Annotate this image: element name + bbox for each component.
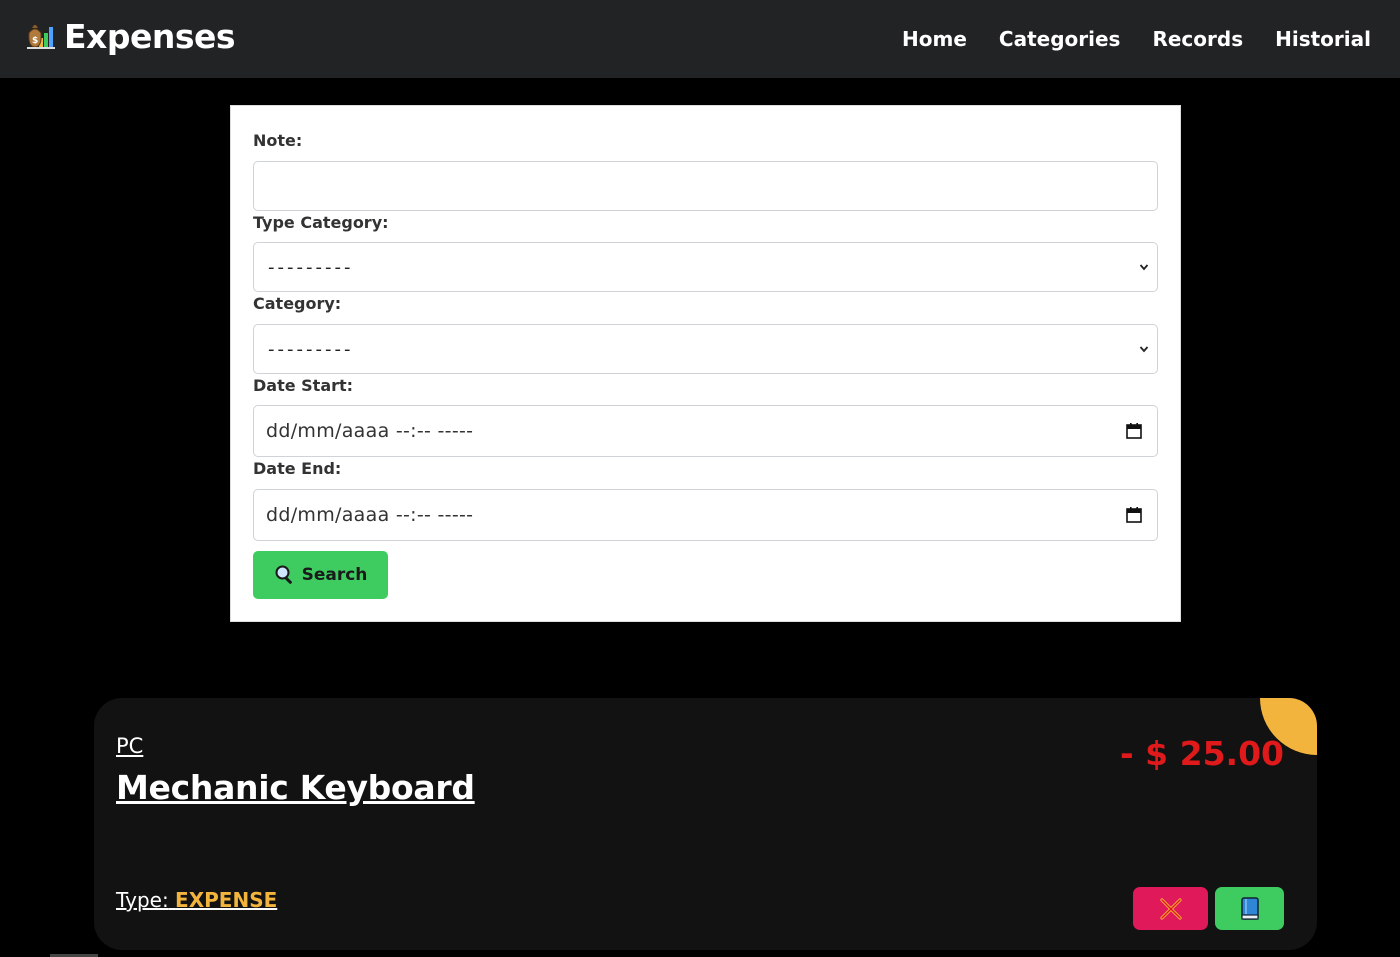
record-card: PC Mechanic Keyboard - $ 25.00 Type: EXP… [94, 698, 1317, 950]
type-category-select[interactable]: --------- [253, 242, 1158, 292]
date-end-input[interactable]: dd/mm/aaaa --:-- ----- [253, 489, 1158, 541]
cross-icon [1159, 897, 1182, 920]
delete-record-button[interactable] [1133, 887, 1208, 930]
navbar: $ Expenses Home Categories Records Histo… [0, 0, 1400, 78]
date-end-label: Date End: [253, 459, 342, 478]
record-amount: - $ 25.00 [1119, 734, 1284, 773]
date-start-input[interactable]: dd/mm/aaaa --:-- ----- [253, 405, 1158, 457]
nav-links: Home Categories Records Historial [902, 24, 1371, 54]
record-type-label: Type: [116, 888, 169, 912]
search-button-label: Search [301, 565, 368, 585]
record-type: Type: EXPENSE [116, 888, 277, 912]
date-start-label: Date Start: [253, 376, 354, 395]
record-title-link[interactable]: Mechanic Keyboard [116, 768, 475, 807]
date-start-value: dd/mm/aaaa --:-- ----- [266, 420, 474, 442]
category-select[interactable]: --------- [253, 324, 1158, 374]
calendar-icon[interactable] [1125, 506, 1143, 524]
magnifier-icon [275, 565, 292, 584]
date-end-value: dd/mm/aaaa --:-- ----- [266, 504, 474, 526]
record-type-value: EXPENSE [175, 888, 278, 912]
search-form: Note: Type Category: --------- Category:… [230, 105, 1181, 622]
nav-link-home[interactable]: Home [902, 24, 967, 54]
nav-link-categories[interactable]: Categories [999, 24, 1121, 54]
category-label: Category: [253, 294, 342, 313]
type-category-selected: --------- [268, 256, 354, 278]
chevron-down-icon [1139, 264, 1149, 271]
chevron-down-icon [1139, 346, 1149, 353]
record-category-link[interactable]: PC [116, 734, 143, 758]
search-button[interactable]: Search [253, 551, 388, 599]
brand[interactable]: $ Expenses [24, 14, 236, 58]
money-bag-chart-icon: $ [27, 25, 55, 49]
nav-link-records[interactable]: Records [1152, 24, 1243, 54]
svg-text:$: $ [32, 36, 38, 46]
category-selected: --------- [268, 338, 354, 360]
nav-link-historial[interactable]: Historial [1275, 24, 1371, 54]
brand-title: Expenses [64, 16, 236, 56]
note-label: Note: [253, 131, 303, 150]
book-icon [1240, 896, 1259, 920]
calendar-icon[interactable] [1125, 422, 1143, 440]
type-category-label: Type Category: [253, 213, 389, 232]
note-input[interactable] [253, 161, 1158, 211]
view-record-button[interactable] [1215, 887, 1284, 930]
